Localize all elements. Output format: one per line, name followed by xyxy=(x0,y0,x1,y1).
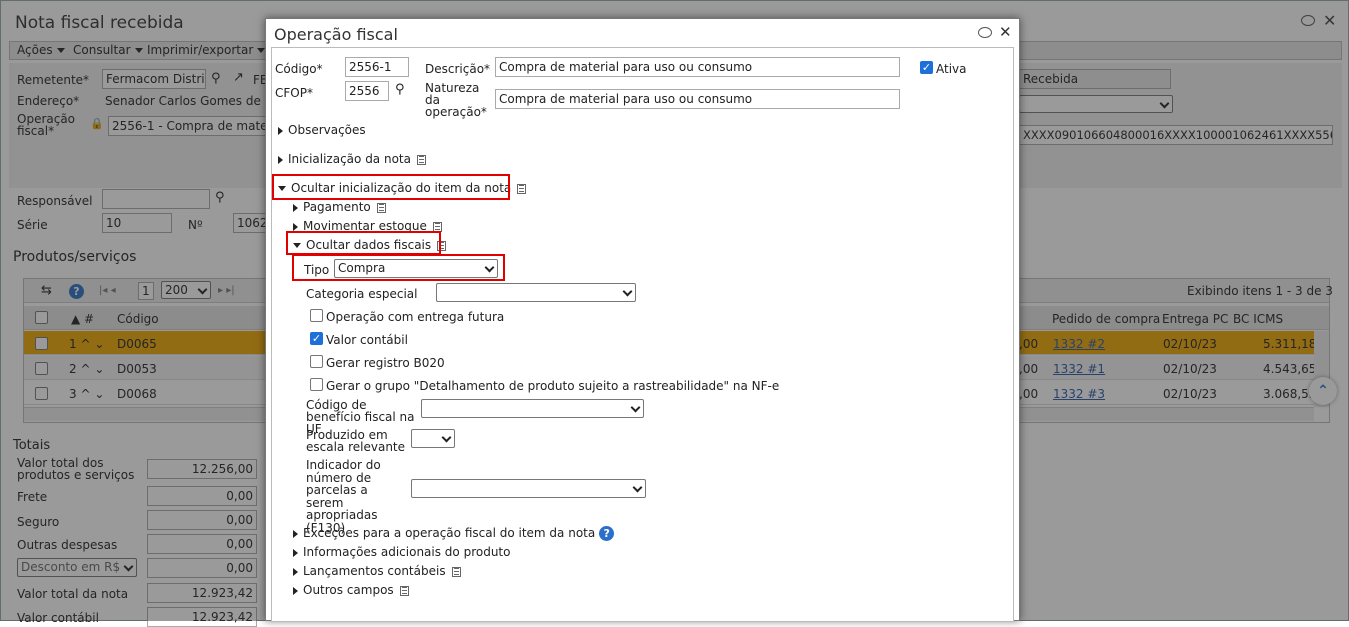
categoria-select[interactable] xyxy=(436,283,636,302)
section-pagamento[interactable]: Pagamento xyxy=(293,200,386,214)
section-inicializacao-nota[interactable]: Inicialização da nota xyxy=(278,152,426,166)
ativa-label: Ativa xyxy=(936,62,967,76)
categoria-label: Categoria especial xyxy=(306,287,418,301)
cfop-label: CFOP* xyxy=(275,86,313,100)
registro-b020-label: Gerar registro B020 xyxy=(326,356,445,370)
codigo-label: Código* xyxy=(275,62,323,76)
section-excecoes[interactable]: Exceções para a operação fiscal do item … xyxy=(293,526,615,541)
document-icon[interactable] xyxy=(376,202,386,213)
highlight-box xyxy=(292,254,505,281)
help-icon[interactable]: ? xyxy=(599,526,615,541)
produzido-label: Produzido em escala relevante xyxy=(306,428,406,454)
cfop-input[interactable]: 2556 xyxy=(345,81,389,101)
chat-icon[interactable] xyxy=(978,27,992,38)
natureza-input[interactable]: Compra de material para uso ou consumo xyxy=(495,89,900,109)
indicador-select[interactable] xyxy=(411,479,646,498)
search-icon[interactable]: ⚲ xyxy=(395,82,405,97)
entrega-futura-checkbox[interactable] xyxy=(310,309,323,322)
descricao-input[interactable]: Compra de material para uso ou consumo xyxy=(495,57,900,77)
section-informacoes-adicionais[interactable]: Informações adicionais do produto xyxy=(293,545,510,559)
codigo-beneficio-select[interactable] xyxy=(421,399,644,418)
natureza-label: Natureza da operação* xyxy=(425,81,487,119)
document-icon[interactable] xyxy=(399,585,409,596)
dialog-title: Operação fiscal xyxy=(274,25,398,44)
produzido-select[interactable] xyxy=(411,429,455,448)
highlight-box xyxy=(272,174,510,200)
section-outros-campos[interactable]: Outros campos xyxy=(293,583,409,597)
registro-b020-checkbox[interactable] xyxy=(310,355,323,368)
descricao-label: Descrição* xyxy=(425,62,491,76)
rastreabilidade-checkbox[interactable] xyxy=(310,378,323,391)
document-icon[interactable] xyxy=(517,183,527,194)
codigo-input[interactable]: 2556-1 xyxy=(345,57,409,77)
section-observacoes[interactable]: Observações xyxy=(278,123,366,137)
operacao-fiscal-dialog: Operação fiscal ✕ Código* 2556-1 Descriç… xyxy=(265,18,1020,622)
document-icon[interactable] xyxy=(416,154,426,165)
close-icon[interactable]: ✕ xyxy=(999,23,1012,41)
document-icon[interactable] xyxy=(451,566,461,577)
entrega-futura-label: Operação com entrega futura xyxy=(326,310,505,324)
valor-contabil-label: Valor contábil xyxy=(326,333,408,347)
document-icon[interactable] xyxy=(432,221,442,232)
ativa-checkbox[interactable]: ✓ xyxy=(920,61,933,74)
section-lancamentos-contabeis[interactable]: Lançamentos contábeis xyxy=(293,564,461,578)
valor-contabil-checkbox[interactable]: ✓ xyxy=(310,332,323,345)
highlight-box xyxy=(286,231,441,255)
rastreabilidade-label: Gerar o grupo "Detalhamento de produto s… xyxy=(326,379,780,393)
indicador-label: Indicador do número de parcelas a serem … xyxy=(306,458,381,535)
